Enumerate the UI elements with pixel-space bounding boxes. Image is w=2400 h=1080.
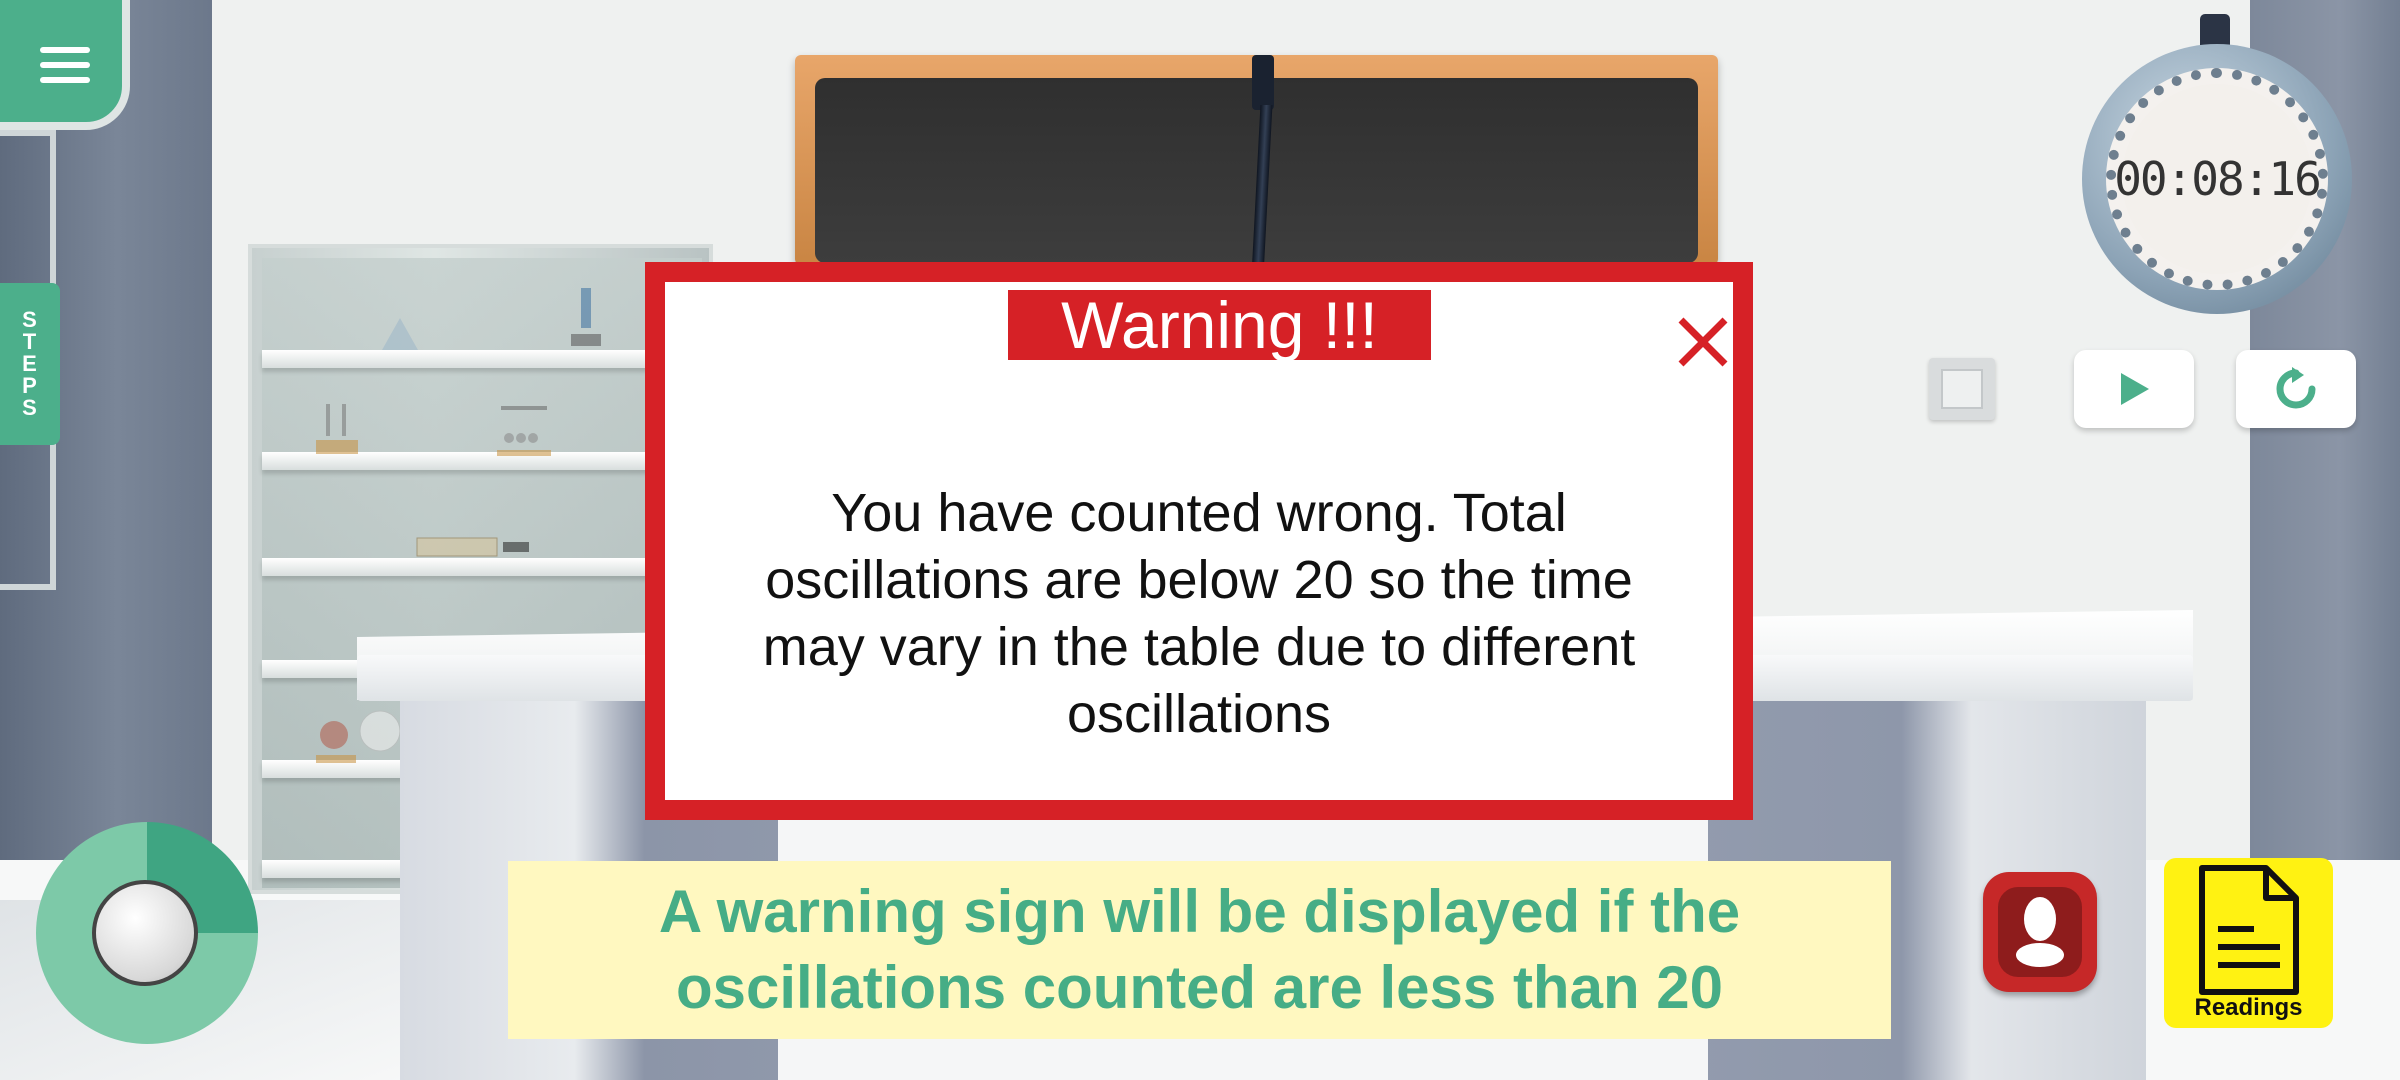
readings-button[interactable]: Readings <box>2164 858 2333 1028</box>
warning-title-banner: Warning !!! <box>1008 290 1431 360</box>
steps-letter: T <box>22 329 38 354</box>
stopwatch[interactable]: 00:08:16 <box>2082 14 2352 314</box>
steps-letter: S <box>22 307 38 332</box>
document-icon <box>2198 865 2299 995</box>
shelf-plank <box>262 350 702 368</box>
help-button[interactable] <box>1983 872 2097 992</box>
stopwatch-time: 00:08:16 <box>2114 152 2322 206</box>
caption-text: A warning sign will be displayed if the … <box>658 878 1741 1021</box>
stand-rod <box>1251 105 1273 275</box>
stopwatch-face: 00:08:16 <box>2114 84 2322 274</box>
warning-dialog: Warning !!! You have counted wrong. Tota… <box>645 262 1753 820</box>
book-icon <box>1941 369 1983 409</box>
newtons-cradle-icon <box>497 406 551 456</box>
steps-letter: S <box>22 395 38 420</box>
steps-tab[interactable]: S T E P S <box>0 283 60 445</box>
lab-scene: S T E P S 00:08:16 A warning sign will b… <box>0 0 2400 1080</box>
close-icon[interactable] <box>1675 314 1731 370</box>
reset-icon <box>2276 367 2316 409</box>
warning-dialog-body: Warning !!! You have counted wrong. Tota… <box>665 282 1733 800</box>
warning-title: Warning !!! <box>1061 288 1378 362</box>
hamburger-menu-icon <box>40 38 90 92</box>
reset-button[interactable] <box>2236 350 2356 428</box>
pendulum-stand <box>1248 55 1276 275</box>
model-icon <box>316 710 401 763</box>
book-button[interactable] <box>1929 358 1995 420</box>
tuning-fork-icon <box>316 404 358 454</box>
menu-button[interactable] <box>0 0 130 130</box>
meter-scale-icon <box>416 537 529 557</box>
instruction-caption: A warning sign will be displayed if the … <box>508 861 1891 1039</box>
stand-clamp <box>1252 55 1274 110</box>
prism-icon <box>382 318 418 350</box>
readings-label: Readings <box>2194 994 2303 1021</box>
person-icon <box>1998 887 2082 977</box>
play-button[interactable] <box>2074 350 2194 428</box>
play-icon <box>2121 373 2149 405</box>
warning-message: You have counted wrong. Total oscillatio… <box>762 483 1636 744</box>
microscope-icon <box>571 288 601 346</box>
steps-letter: E <box>22 351 38 376</box>
joystick-knob[interactable] <box>92 880 198 986</box>
steps-letter: P <box>22 373 38 398</box>
